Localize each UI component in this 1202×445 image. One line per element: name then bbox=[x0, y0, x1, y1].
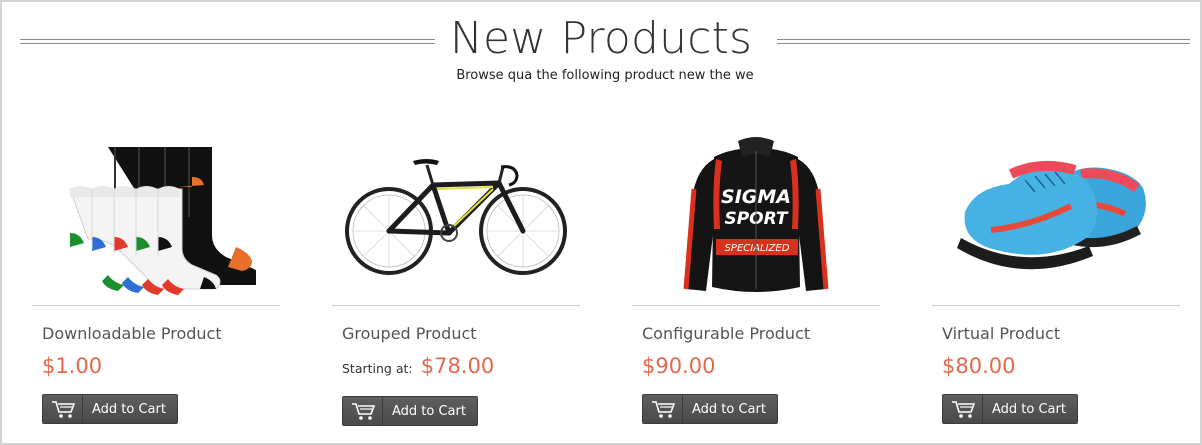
add-to-cart-label: Add to Cart bbox=[992, 401, 1066, 417]
price-prefix: Starting at: bbox=[342, 361, 413, 376]
shopping-cart-icon bbox=[343, 397, 383, 425]
svg-text:SPORT: SPORT bbox=[724, 209, 788, 229]
section-header: New Products Browse qua the following pr… bbox=[2, 2, 1200, 102]
price-box: Starting at: $78.00 bbox=[342, 354, 494, 378]
product-name-link[interactable]: Grouped Product bbox=[342, 324, 477, 343]
product-name-link[interactable]: Downloadable Product bbox=[42, 324, 222, 343]
add-to-cart-button[interactable]: Add to Cart bbox=[942, 394, 1078, 424]
add-to-cart-label: Add to Cart bbox=[392, 403, 466, 419]
add-to-cart-button[interactable]: Add to Cart bbox=[642, 394, 778, 424]
svg-text:SPECIALIZED: SPECIALIZED bbox=[725, 243, 790, 254]
product-price: $80.00 bbox=[942, 354, 1016, 378]
price-box: $1.00 bbox=[42, 354, 102, 378]
product-price: $1.00 bbox=[42, 354, 103, 378]
product-price: $90.00 bbox=[642, 354, 716, 378]
product-image-link[interactable]: SIGMA SPORT SPECIALIZED bbox=[632, 122, 880, 306]
shoes-image bbox=[957, 160, 1146, 269]
add-to-cart-button[interactable]: Add to Cart bbox=[342, 396, 478, 426]
product-name-link[interactable]: Configurable Product bbox=[642, 324, 810, 343]
shopping-cart-icon bbox=[943, 395, 983, 423]
add-to-cart-label: Add to Cart bbox=[692, 401, 766, 417]
product-image-link[interactable] bbox=[932, 122, 1180, 306]
section-subtitle: Browse qua the following product new the… bbox=[456, 68, 754, 83]
product-card: SIGMA SPORT SPECIALIZED Configurable Pro… bbox=[632, 122, 880, 432]
product-price: $78.00 bbox=[420, 354, 495, 378]
product-card: Virtual Product $80.00 Add to Cart bbox=[932, 122, 1180, 432]
shopping-cart-icon bbox=[643, 395, 683, 423]
product-image-link[interactable] bbox=[332, 122, 580, 306]
shopping-cart-icon bbox=[43, 395, 83, 423]
product-card: Downloadable Product $1.00 Add to Cart bbox=[32, 122, 280, 432]
bicycle-image bbox=[345, 158, 567, 275]
product-image-link[interactable] bbox=[32, 122, 280, 306]
section-title: New Products bbox=[449, 13, 753, 64]
new-products-widget: New Products Browse qua the following pr… bbox=[0, 0, 1202, 445]
price-box: $90.00 bbox=[642, 354, 715, 378]
jacket-image: SIGMA SPORT SPECIALIZED bbox=[683, 136, 829, 292]
socks-image bbox=[69, 146, 256, 295]
product-card: Grouped Product Starting at: $78.00 Add … bbox=[332, 122, 580, 432]
product-name-link[interactable]: Virtual Product bbox=[942, 324, 1060, 343]
add-to-cart-label: Add to Cart bbox=[92, 401, 166, 417]
add-to-cart-button[interactable]: Add to Cart bbox=[42, 394, 178, 424]
price-box: $80.00 bbox=[942, 354, 1015, 378]
